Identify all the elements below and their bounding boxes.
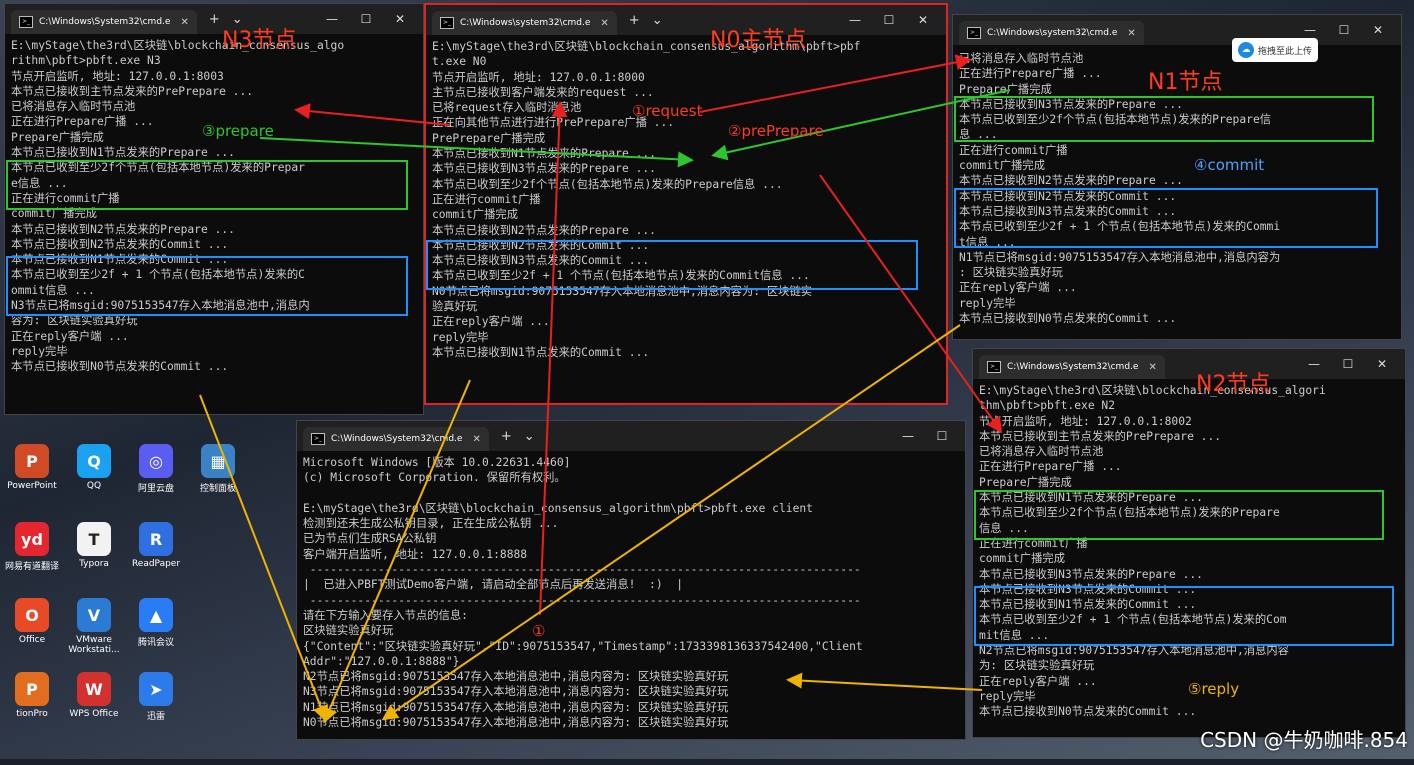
step-commit: ④commit [1194,156,1265,174]
step-prepare: ③prepare [202,122,274,140]
step-request: ①request [632,102,703,120]
reply-arrow-n1 [381,324,961,721]
preprepare-arrow-n2 [819,174,1003,434]
watermark: CSDN @牛奶咖啡.854 [1200,728,1408,752]
preprepare-arrow-n3 [294,103,451,126]
upload-badge-label: 拖拽至此上传 [1258,46,1313,57]
step-reply: ⑤reply [1188,680,1240,698]
reply-arrow-n3 [199,394,329,722]
reply-arrow-n0 [322,379,471,724]
label-n2: N2节点 [1196,372,1271,397]
label-n0: N0主节点 [710,28,807,53]
request-arrow [539,101,568,616]
upload-badge[interactable]: ☁ 拖拽至此上传 [1232,38,1319,62]
reply-arrow-n2 [786,672,983,691]
label-n1: N1节点 [1148,70,1223,95]
cloud-upload-icon: ☁ [1238,42,1254,58]
preprepare-arrow-n1 [699,54,972,113]
prepare-arrow-n3-n0 [259,137,694,168]
taskbar [0,759,1414,765]
label-n3: N3节点 [222,28,297,53]
client-step-mark: ① [532,622,546,640]
step-preprepare: ②prePrepare [728,122,824,140]
